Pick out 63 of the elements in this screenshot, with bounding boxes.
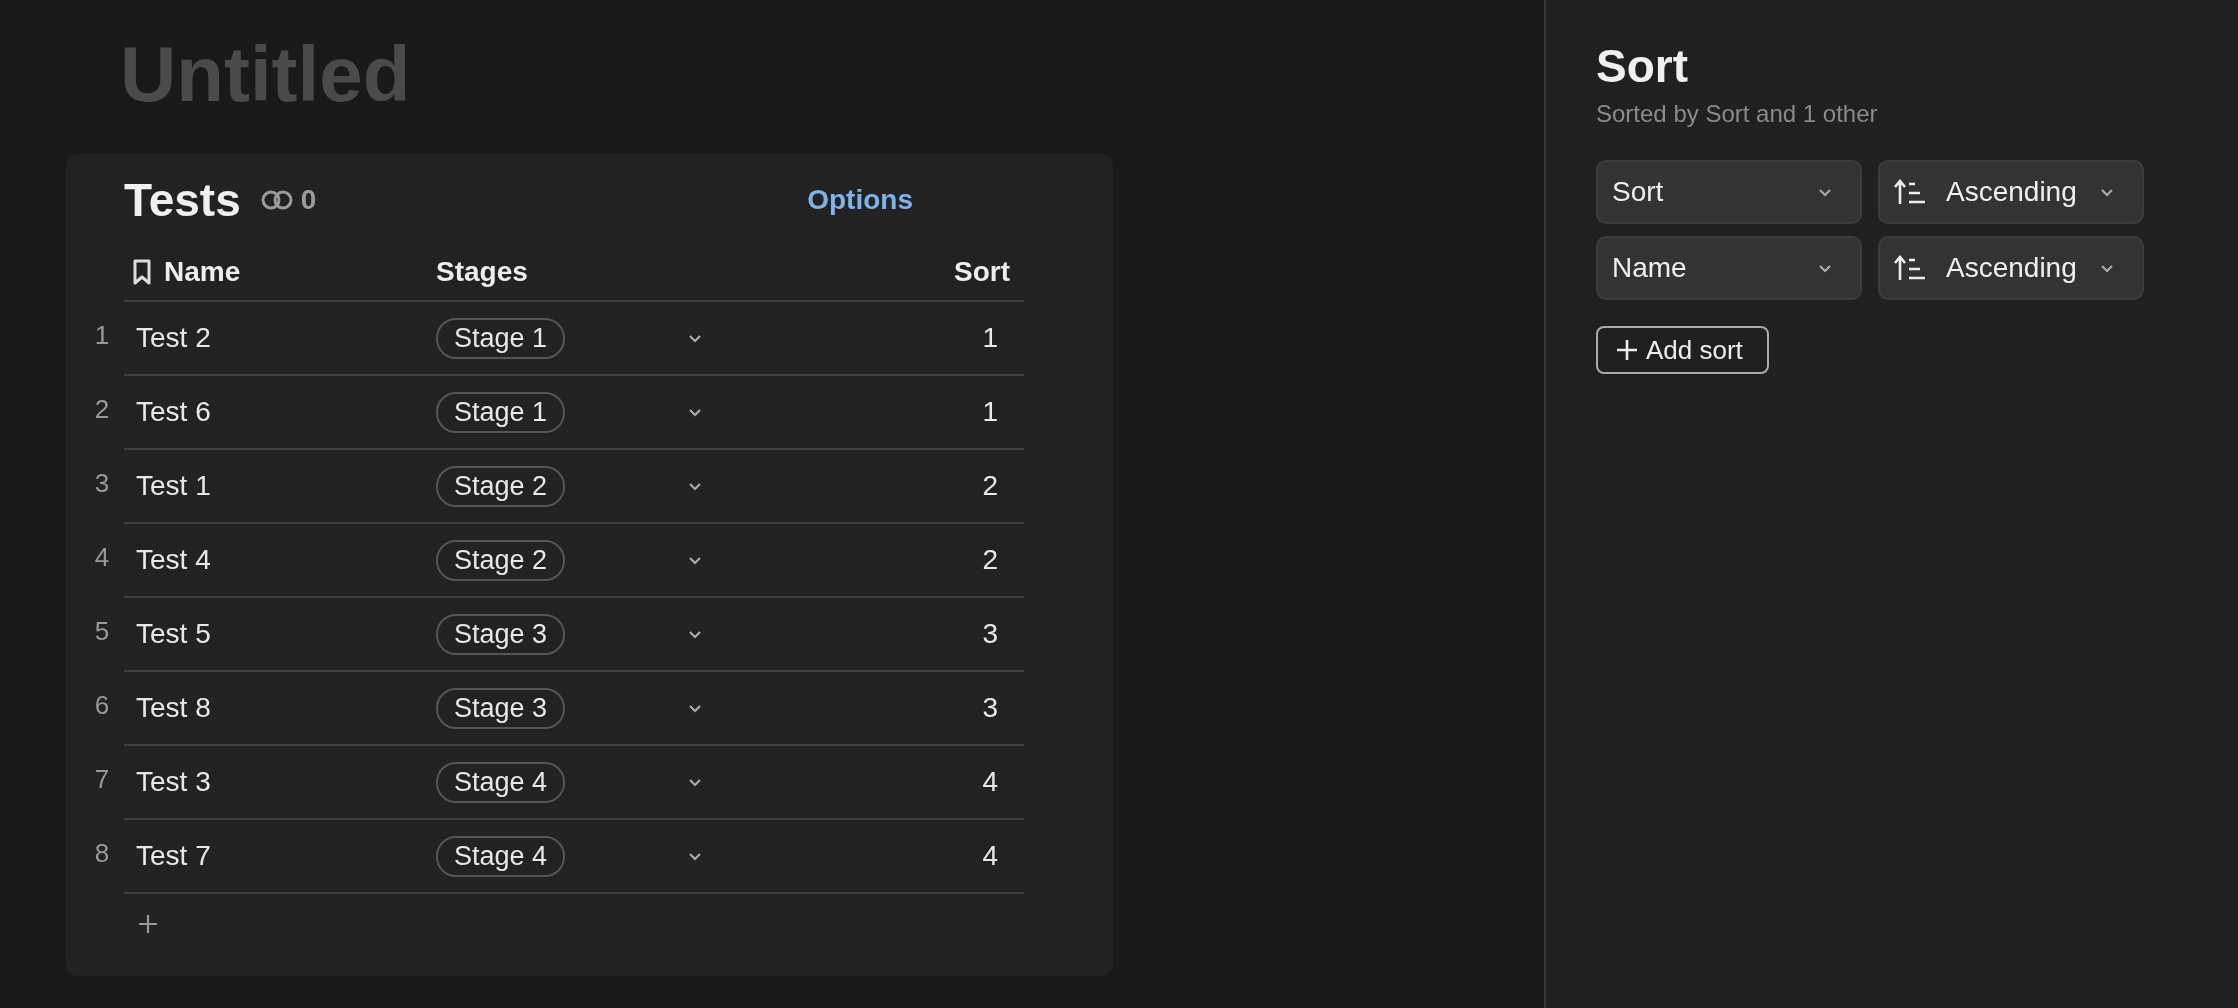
table-cell: Test 5 bbox=[136, 618, 211, 650]
options-link[interactable]: Options bbox=[807, 184, 913, 216]
row-number: 3 bbox=[93, 468, 111, 499]
stage-tag[interactable]: Stage 1 bbox=[436, 317, 566, 359]
table-cell: 2 bbox=[982, 470, 998, 501]
table-cell: 1 bbox=[982, 322, 998, 353]
chevron-down-icon bbox=[1818, 187, 1832, 197]
bookmark-icon bbox=[132, 258, 152, 286]
chevron-down-icon[interactable] bbox=[688, 777, 702, 787]
chevron-down-icon bbox=[2100, 187, 2114, 197]
column-header[interactable]: Name bbox=[164, 256, 241, 288]
stage-tag[interactable]: Stage 1 bbox=[436, 391, 566, 433]
add-sort-button[interactable]: Add sort bbox=[1596, 326, 1769, 374]
table-cell: Test 2 bbox=[136, 322, 211, 354]
add-row-icon[interactable] bbox=[138, 914, 158, 934]
stage-tag[interactable]: Stage 4 bbox=[436, 835, 566, 877]
row-number: 6 bbox=[93, 690, 111, 721]
table-cell: Test 7 bbox=[136, 840, 211, 872]
chevron-down-icon[interactable] bbox=[688, 703, 702, 713]
row-number: 4 bbox=[93, 542, 111, 573]
table-title: Tests bbox=[124, 173, 241, 227]
chevron-down-icon[interactable] bbox=[688, 555, 702, 565]
sort-ascending-icon bbox=[1894, 178, 1926, 206]
table-cell: 3 bbox=[982, 692, 998, 723]
stage-tag[interactable]: Stage 2 bbox=[436, 539, 566, 581]
sort-direction-select[interactable]: Ascending bbox=[1878, 160, 2144, 224]
chevron-down-icon[interactable] bbox=[688, 333, 702, 343]
table-cell: Test 4 bbox=[136, 544, 211, 576]
table-cell: 4 bbox=[982, 840, 998, 871]
panel-subtitle: Sorted by Sort and 1 other bbox=[1596, 100, 1879, 128]
stage-tag[interactable]: Stage 4 bbox=[436, 761, 566, 803]
table-cell: Test 1 bbox=[136, 470, 211, 502]
table-cell: Test 3 bbox=[136, 766, 211, 798]
table-cell: Test 6 bbox=[136, 396, 211, 428]
stage-tag[interactable]: Stage 3 bbox=[436, 687, 566, 729]
row-number: 7 bbox=[93, 764, 111, 795]
panel-title: Sort bbox=[1596, 39, 1689, 94]
table-cell: 2 bbox=[982, 544, 998, 575]
stage-tag[interactable]: Stage 2 bbox=[436, 465, 566, 507]
chevron-down-icon[interactable] bbox=[688, 481, 702, 491]
row-number: 1 bbox=[93, 320, 111, 351]
sort-direction-select[interactable]: Ascending bbox=[1878, 236, 2144, 300]
table-cell: Test 8 bbox=[136, 692, 211, 724]
row-number: 2 bbox=[93, 394, 111, 425]
column-header[interactable]: Sort bbox=[954, 256, 1010, 287]
link-icon bbox=[260, 190, 293, 210]
link-count: 0 bbox=[300, 184, 317, 216]
sort-ascending-icon bbox=[1894, 254, 1926, 282]
chevron-down-icon[interactable] bbox=[688, 851, 702, 861]
table-cell: 4 bbox=[982, 766, 998, 797]
sort-field-select[interactable]: Sort bbox=[1596, 160, 1862, 224]
chevron-down-icon bbox=[2100, 263, 2114, 273]
stage-tag[interactable]: Stage 3 bbox=[436, 613, 566, 655]
sort-field-select[interactable]: Name bbox=[1596, 236, 1862, 300]
plus-icon bbox=[1616, 339, 1638, 361]
table-cell: 1 bbox=[982, 396, 998, 427]
chevron-down-icon bbox=[1818, 263, 1832, 273]
chevron-down-icon[interactable] bbox=[688, 629, 702, 639]
column-header[interactable]: Stages bbox=[436, 256, 528, 288]
row-number: 5 bbox=[93, 616, 111, 647]
table-cell: 3 bbox=[982, 618, 998, 649]
chevron-down-icon[interactable] bbox=[688, 407, 702, 417]
row-number: 8 bbox=[93, 838, 111, 869]
